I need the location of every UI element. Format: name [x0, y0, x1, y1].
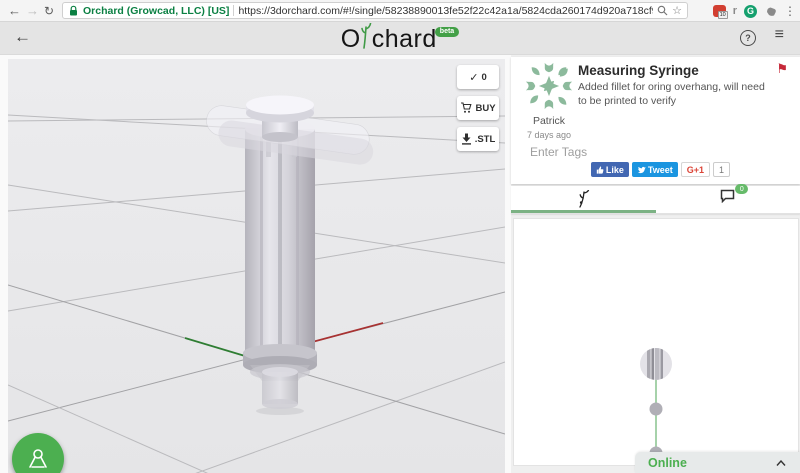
version-tree-card: [513, 218, 799, 466]
logo-text-o: O: [340, 25, 361, 53]
comment-icon: [721, 189, 735, 204]
security-label: Orchard (Growcad, LLC) [US]: [83, 4, 230, 17]
tree-icon: [29, 449, 47, 468]
hamburger-menu-icon[interactable]: ≡: [775, 26, 784, 44]
tweet-label: Tweet: [647, 164, 673, 175]
tags-input[interactable]: [528, 144, 682, 160]
browser-chrome: ← → ↻ Orchard (Growcad, LLC) [US] https:…: [0, 0, 800, 22]
zoom-icon[interactable]: [657, 5, 668, 16]
padlock-icon: [70, 5, 77, 15]
report-flag-icon[interactable]: ⚑: [776, 61, 788, 77]
screen: ← → ↻ Orchard (Growcad, LLC) [US] https:…: [0, 0, 800, 473]
tweet-button[interactable]: Tweet: [631, 162, 678, 177]
gplus-count-value: 1: [718, 164, 724, 175]
model-description: Added fillet for oring overhang, will ne…: [578, 81, 765, 107]
gplus-button[interactable]: G+1: [680, 162, 710, 177]
comments-badge: 0: [735, 184, 749, 194]
tab-versions[interactable]: [511, 186, 656, 211]
bookmark-star-icon[interactable]: ☆: [672, 4, 682, 17]
version-node[interactable]: [649, 402, 663, 416]
author-name: Patrick: [532, 115, 566, 127]
main-area: ✓ 0 BUY .STL Patrick 7 days ago Measurin…: [0, 55, 800, 473]
url-text: https://3dorchard.com/#!/single/58238890…: [238, 4, 654, 17]
logo-branch-icon: [360, 22, 372, 49]
collapse-chevron-icon[interactable]: [776, 459, 786, 466]
logo-text-rest: chard: [371, 25, 437, 53]
thumbs-up-icon: [596, 165, 604, 174]
stl-label: .STL: [474, 133, 496, 145]
author-column: Patrick 7 days ago: [519, 60, 579, 140]
hand-extension-icon[interactable]: [764, 5, 777, 18]
tab-comments[interactable]: 0: [656, 184, 800, 211]
model-info: Measuring Syringe Added fillet for oring…: [578, 63, 770, 108]
help-icon[interactable]: ?: [740, 30, 756, 46]
cart-icon: [461, 102, 473, 113]
app-header: ← O chard beta ? ≡: [0, 22, 800, 55]
buy-label: BUY: [475, 102, 496, 114]
version-tree[interactable]: [514, 219, 800, 467]
version-node-current[interactable]: [640, 348, 672, 380]
browser-reload-icon[interactable]: ↻: [44, 1, 54, 21]
download-icon: [461, 133, 471, 145]
gplus-count: 1: [712, 162, 730, 177]
model-info-card: Patrick 7 days ago Measuring Syringe Add…: [511, 57, 800, 184]
model-viewport[interactable]: ✓ 0 BUY .STL: [8, 59, 505, 473]
beta-badge: beta: [434, 26, 460, 37]
orchard-logo[interactable]: O chard beta: [0, 22, 800, 54]
browser-forward-icon[interactable]: →: [26, 1, 39, 21]
browser-menu-icon[interactable]: ⋮: [784, 4, 796, 18]
adblock-count: 10: [717, 11, 728, 19]
check-count: 0: [481, 71, 487, 83]
gplus-label: G+1: [686, 164, 704, 175]
timestamp: 7 days ago: [526, 130, 572, 140]
twitter-bird-icon: [637, 166, 646, 173]
online-status: Online: [648, 455, 687, 470]
like-label: Like: [605, 164, 624, 175]
panel-tabs: 0: [511, 184, 800, 214]
adblock-extension-icon[interactable]: 10: [712, 5, 728, 19]
grammarly-extension-icon[interactable]: G: [744, 4, 757, 18]
branch-icon: [579, 189, 590, 208]
active-tab-indicator: [511, 210, 656, 213]
url-separator: [233, 5, 235, 16]
check-icon: ✓: [469, 71, 479, 84]
online-status-bar[interactable]: Online: [635, 452, 800, 473]
social-buttons: Like Tweet G+1 1: [590, 162, 730, 177]
reddit-extension-icon[interactable]: r: [733, 5, 737, 17]
approve-button[interactable]: ✓ 0: [457, 65, 499, 89]
model-title: Measuring Syringe: [578, 63, 699, 78]
browser-back-icon[interactable]: ←: [8, 1, 21, 21]
avatar[interactable]: [523, 60, 575, 112]
viewport-canvas[interactable]: [8, 59, 505, 473]
viewer-buttons: ✓ 0 BUY .STL: [457, 65, 499, 151]
facebook-like-button[interactable]: Like: [590, 162, 629, 177]
buy-button[interactable]: BUY: [457, 96, 499, 120]
extension-icons: 10 r G ⋮: [712, 0, 796, 22]
download-stl-button[interactable]: .STL: [457, 127, 499, 151]
details-panel: Patrick 7 days ago Measuring Syringe Add…: [511, 55, 800, 473]
address-bar[interactable]: Orchard (Growcad, LLC) [US] https://3dor…: [62, 2, 688, 19]
